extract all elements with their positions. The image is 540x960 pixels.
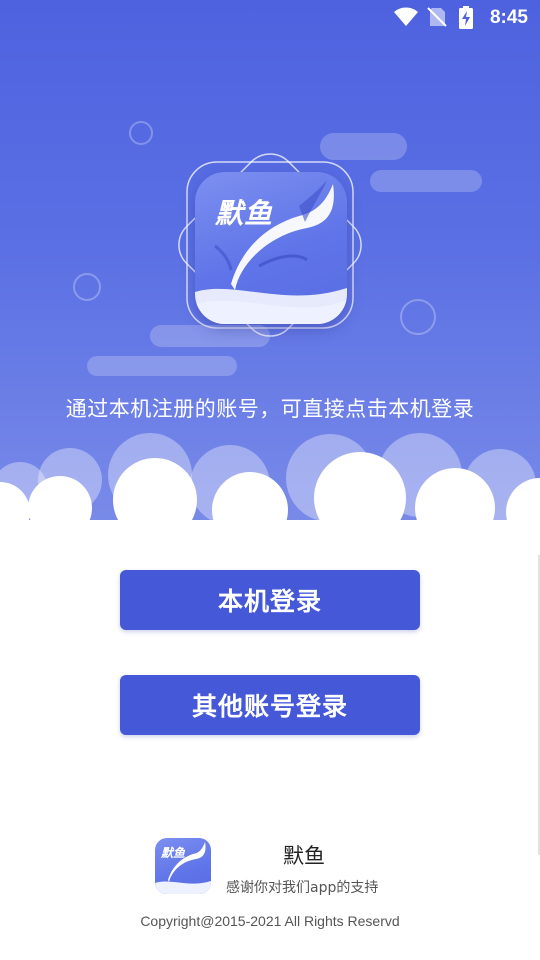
status-bar: 8:45 [0, 0, 540, 36]
other-account-login-button[interactable]: 其他账号登录 [120, 675, 420, 735]
no-sim-icon [427, 7, 447, 27]
login-screen: 默鱼 通过本机注册的账号，可直接点击本机登录 8:45 本机登录 其他账号登录 … [0, 0, 540, 960]
app-logo-text: 默鱼 [215, 197, 274, 230]
copyright-text: Copyright@2015-2021 All Rights Reservd [140, 913, 400, 929]
login-tagline: 通过本机注册的账号，可直接点击本机登录 [65, 397, 475, 421]
footer-app-name: 默鱼 [283, 844, 325, 868]
decor-circle [129, 121, 153, 145]
app-logo-frame: 默鱼 [165, 140, 375, 350]
hero-background: 默鱼 通过本机注册的账号，可直接点击本机登录 [0, 0, 540, 570]
decor-circle [400, 299, 436, 335]
decor-pill [370, 170, 482, 192]
decor-circle [73, 273, 101, 301]
app-logo: 默鱼 [195, 172, 347, 324]
status-time: 8:45 [489, 7, 528, 28]
battery-charging-icon [459, 6, 473, 29]
footer-app-logo: 默鱼 [155, 838, 211, 894]
footer-thanks-text: 感谢你对我们app的支持 [226, 880, 379, 896]
decor-pill [87, 356, 237, 376]
local-login-button[interactable]: 本机登录 [120, 570, 420, 630]
clouds-decoration [0, 433, 540, 570]
footer-logo-text: 默鱼 [161, 846, 186, 860]
wifi-icon [394, 7, 418, 26]
